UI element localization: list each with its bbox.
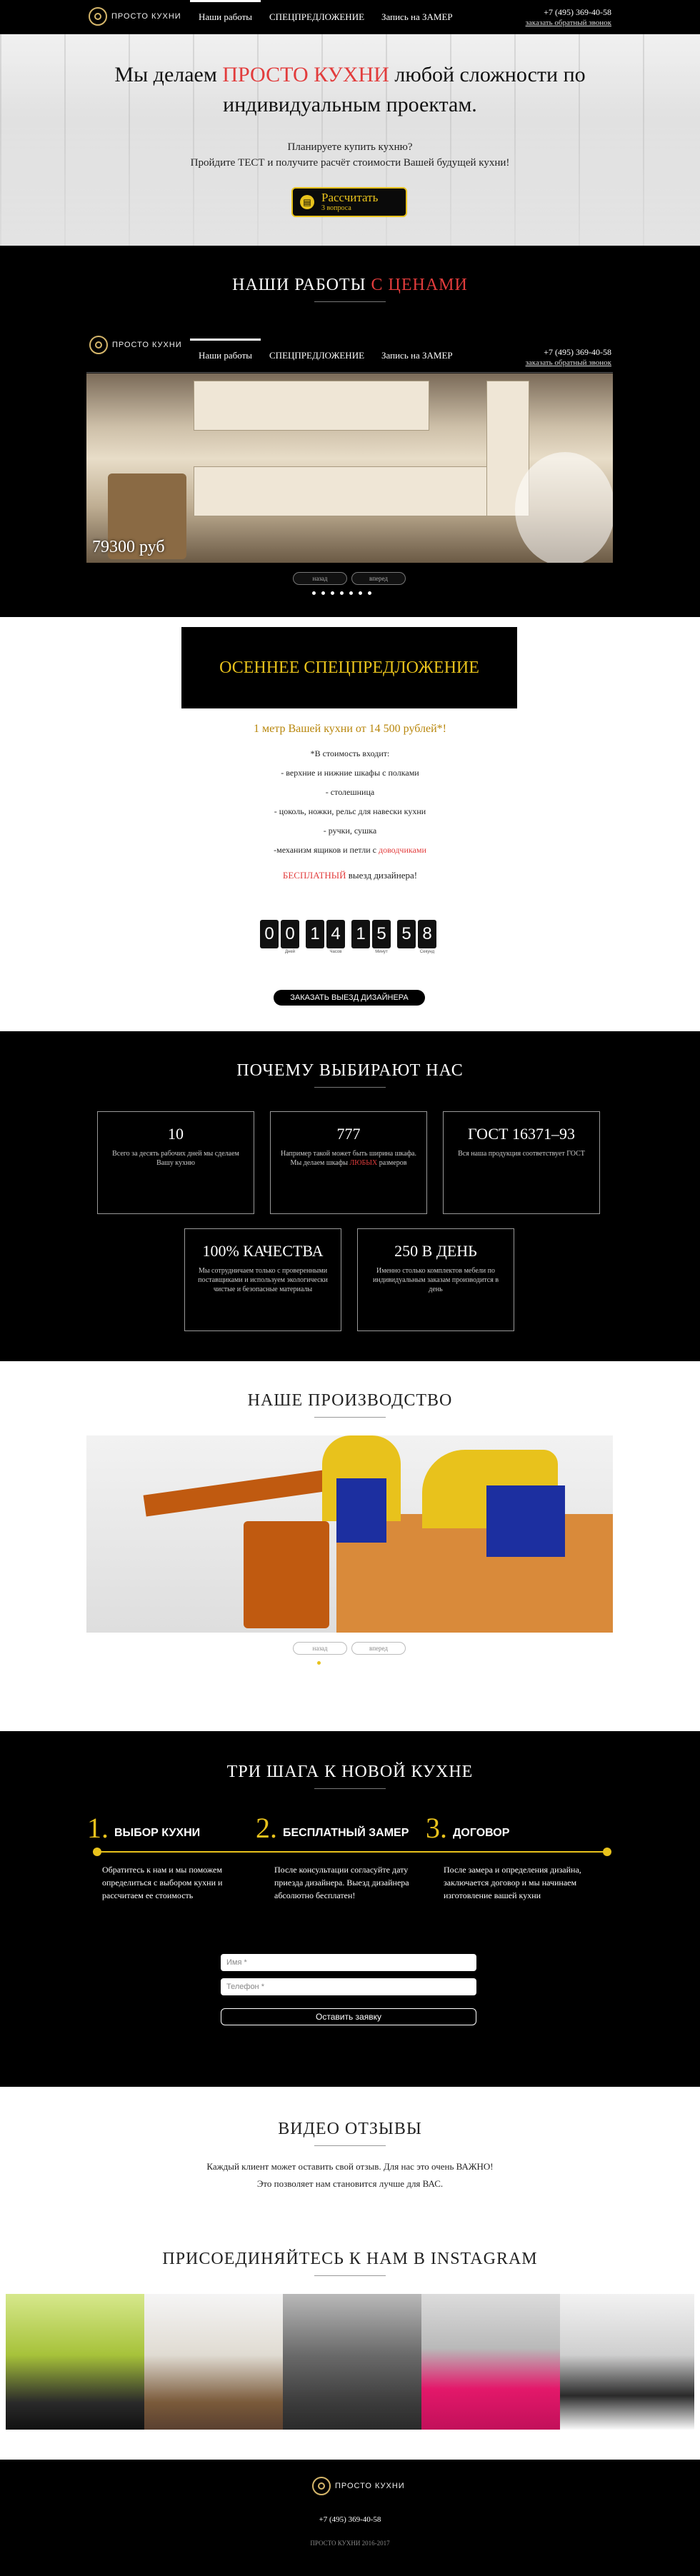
instagram-photo-5[interactable] [560,2294,694,2430]
main-nav: Наши работы СПЕЦПРЕДЛОЖЕНИЕ Запись на ЗА… [190,0,461,34]
slider-dot[interactable] [331,591,334,595]
hero-question: Планируете купить кухню? [287,141,413,153]
step-1-text: Обратитесь к нам и мы поможем определить… [102,1865,223,1900]
step-2-text: После консультации согласуйте дату приез… [274,1865,409,1900]
slider-dot[interactable] [349,591,353,595]
logo-ring-icon [312,2477,331,2495]
instagram-section [0,2294,700,2460]
instagram-photo-3[interactable] [283,2294,421,2430]
slider-dot[interactable] [326,1661,330,1665]
production-photo[interactable] [86,1435,613,1633]
slider-dot[interactable] [364,1661,367,1665]
works-next-button[interactable]: вперед [351,572,406,585]
footer: ПРОСТО КУХНИ +7 (495) 369-40-58 ПРОСТО К… [0,2460,700,2576]
slide-price: 79300 руб [92,538,165,556]
step-3-text: После замера и определения дизайна, закл… [444,1865,581,1900]
slider-dot[interactable] [345,1661,349,1665]
calculator-icon: ▤ [300,195,314,209]
video-text-2: Это позволяет нам становится лучше для В… [256,2178,444,2189]
steps-title: ТРИ ШАГА К НОВОЙ КУХНЕ [0,1763,700,1789]
nav-item-measurement[interactable]: Запись на ЗАМЕР [373,0,461,34]
hero-section: Мы делаем ПРОСТО КУХНИ любой сложности п… [0,34,700,246]
three-steps-section: ТРИ ШАГА К НОВОЙ КУХНЕ 1. ВЫБОР КУХНИ 2.… [0,1731,700,2087]
nav-item-special-offer[interactable]: СПЕЦПРЕДЛОЖЕНИЕ [261,0,373,34]
calculate-button[interactable]: ▤ Рассчитать 3 вопроса [291,187,407,217]
step-1-label: ВЫБОР КУХНИ [114,1827,201,1839]
works-title: НАШИ РАБОТЫ С ЦЕНАМИ [0,276,700,302]
site-logo[interactable]: ПРОСТО КУХНИ [89,7,181,26]
slider-dot[interactable] [312,591,316,595]
name-input[interactable] [221,1954,476,1971]
step-3-label: ДОГОВОР [453,1827,510,1839]
why-card-days: 10 Всего за десять рабочих дней мы сделае… [97,1111,254,1214]
offer-headline: 1 метр Вашей кухни от 14 500 рублей*! [254,723,446,735]
footer-logo[interactable]: ПРОСТО КУХНИ [312,2477,405,2495]
order-designer-button[interactable]: ЗАКАЗАТЬ ВЫЕЗД ДИЗАЙНЕРА [274,990,425,1006]
submit-request-button[interactable]: Оставить заявку [221,2008,476,2025]
steps-timeline [96,1851,606,1853]
slider-dot[interactable] [340,591,344,595]
logo-ring-icon [89,7,107,26]
offer-title-box: ОСЕННЕЕ СПЕЦПРЕДЛОЖЕНИЕ [181,627,517,708]
top-navigation-bar: ПРОСТО КУХНИ Наши работы СПЕЦПРЕДЛОЖЕНИЕ… [0,0,700,34]
offer-includes-list: *В стоимость входит: - верхние и нижние … [274,748,426,855]
nav-item-works[interactable]: Наши работы [190,0,261,34]
production-title: НАШЕ ПРОИЗВОДСТВО [0,1391,700,1418]
callback-link[interactable]: заказать обратный звонок [526,19,611,27]
slider-dot[interactable] [354,1661,358,1665]
slider-dot[interactable] [321,591,325,595]
logo-text: ПРОСТО КУХНИ [111,12,181,21]
works-slider-dots[interactable] [312,591,371,595]
instagram-title: ПРИСОЕДИНЯЙТЕСЬ К НАМ В INSTAGRAM [0,2250,700,2276]
hero-title: Мы делаем ПРОСТО КУХНИ любой сложности п… [114,63,586,116]
slider-dot[interactable] [336,1661,339,1665]
logo-ring-icon [89,336,108,354]
step-2-label: БЕСПЛАТНЫЙ ЗАМЕР [283,1827,409,1839]
kitchen-photo: 79300 руб [86,374,613,563]
why-card-size: 777 Например такой может быть ширина шкаф… [270,1111,427,1214]
special-offer-section: ОСЕННЕЕ СПЕЦПРЕДЛОЖЕНИЕ 1 метр Вашей кух… [0,617,700,1031]
production-slider-dots[interactable] [317,1661,367,1665]
video-title: ВИДЕО ОТЗЫВЫ [0,2120,700,2146]
video-text-1: Каждый клиент может оставить свой отзыв.… [206,2161,494,2172]
phone-input[interactable] [221,1978,476,1995]
production-prev-button[interactable]: назад [293,1642,347,1655]
why-card-per-day: 250 В ДЕНЬ Именно столько комплектов мебе… [357,1228,514,1331]
slider-dot[interactable] [359,591,362,595]
why-card-gost: ГОСТ 16371–93 Вся наша продукция соответс… [443,1111,600,1214]
instagram-photo-1[interactable] [6,2294,144,2430]
why-us-section: ПОЧЕМУ ВЫБИРАЮТ НАС 10 Всего за десять ра… [0,1031,700,1361]
footer-copyright: ПРОСТО КУХНИ 2016-2017 [310,2540,390,2547]
video-reviews-section: ВИДЕО ОТЗЫВЫ Каждый клиент может оставит… [0,2087,700,2294]
slider-dot[interactable] [317,1661,321,1665]
header-contacts: +7 (495) 369-40-58 заказать обратный зво… [526,7,611,28]
hero-cta-text: Пройдите ТЕСТ и получите расчёт стоимост… [190,157,510,169]
instagram-photo-2[interactable] [144,2294,283,2430]
footer-phone[interactable]: +7 (495) 369-40-58 [0,2515,700,2524]
works-slider[interactable]: ПРОСТО КУХНИ Наши работы СПЕЦПРЕДЛОЖЕНИЕ… [86,320,613,563]
slider-dot[interactable] [368,591,371,595]
production-next-button[interactable]: вперед [351,1642,406,1655]
countdown-timer: 0 0 Дней 1 4 Часов 1 5 Минут 5 8 Секунд [260,920,436,954]
header-phone[interactable]: +7 (495) 369-40-58 [526,7,611,17]
instagram-photo-4[interactable] [421,2294,560,2430]
why-title: ПОЧЕМУ ВЫБИРАЮТ НАС [0,1061,700,1088]
why-card-quality: 100% КАЧЕСТВА Мы сотрудничаем только с пр… [184,1228,341,1331]
works-section: НАШИ РАБОТЫ С ЦЕНАМИ ПРОСТО КУХНИ Наши р… [0,246,700,617]
free-designer-text: БЕСПЛАТНЫЙ выезд дизайнера! [282,870,418,881]
slide-site-header: ПРОСТО КУХНИ Наши работы СПЕЦПРЕДЛОЖЕНИЕ… [86,320,613,373]
works-prev-button[interactable]: назад [293,572,347,585]
production-section: НАШЕ ПРОИЗВОДСТВО назад вперед [0,1361,700,1731]
